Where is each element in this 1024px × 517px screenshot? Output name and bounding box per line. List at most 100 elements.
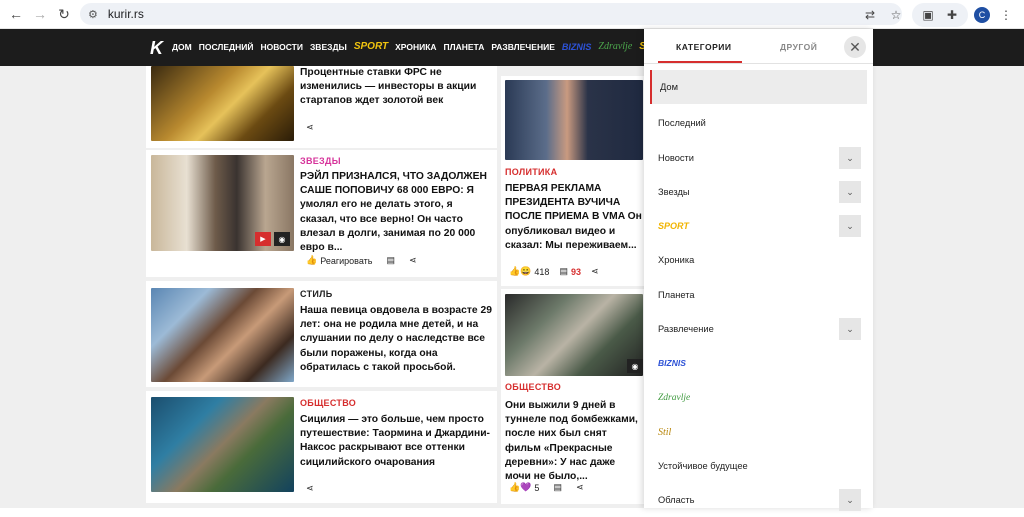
panel-item-region[interactable]: Область ⌄ — [650, 483, 867, 517]
extensions-puzzle-icon[interactable]: ✚ — [942, 5, 962, 25]
panel-item-label: Новости — [658, 153, 694, 163]
thumbs-up-icon: 👍 — [306, 255, 318, 265]
article-category[interactable]: ПОЛИТИКА — [505, 167, 557, 177]
article-category[interactable]: ОБЩЕСТВО — [505, 382, 561, 392]
more-menu-icon[interactable]: ⋮ — [996, 5, 1016, 25]
comment-icon[interactable]: ▤ — [386, 255, 395, 266]
gallery-camera-icon[interactable]: ◉ — [274, 232, 290, 246]
article-card[interactable]: ПОЛИТИКА ПЕРВАЯ РЕКЛАМА ПРЕЗИДЕНТА ВУЧИЧ… — [501, 76, 644, 286]
panel-item-entertainment[interactable]: Развлечение ⌄ — [650, 312, 867, 346]
panel-item-stil[interactable]: Stil — [650, 415, 867, 449]
nav-item-planet[interactable]: ПЛАНЕТА — [444, 42, 485, 52]
panel-item-planet[interactable]: Планета — [650, 278, 867, 312]
article-headline[interactable]: Они выжили 9 дней в туннеле под бомбежка… — [505, 399, 643, 484]
article-thumbnail[interactable] — [505, 294, 643, 376]
article-thumbnail[interactable] — [151, 155, 294, 251]
panel-item-label: Устойчивое будущее — [658, 461, 748, 471]
panel-item-label: Хроника — [658, 255, 695, 265]
article-thumbnail[interactable] — [151, 397, 294, 492]
article-headline[interactable]: Наша певица овдовела в возрасте 29 лет: … — [300, 304, 492, 375]
sport-logo: SPORT — [658, 221, 689, 231]
article-card[interactable]: ◉ ОБЩЕСТВО Они выжили 9 дней в туннеле п… — [501, 289, 644, 504]
panel-item-biznis[interactable]: BIZNIS — [650, 346, 867, 380]
panel-item-label: Планета — [658, 290, 695, 300]
chevron-down-icon[interactable]: ⌄ — [839, 147, 861, 169]
nav-item-biznis[interactable]: BIZNIS — [562, 42, 592, 52]
reactions-button[interactable]: 👍💜 5 — [509, 482, 539, 493]
chevron-down-icon[interactable]: ⌄ — [839, 181, 861, 203]
categories-panel: КАТЕГОРИИ ДРУГОЙ ✕ Дом Последний Новости… — [644, 29, 873, 511]
chevron-down-icon[interactable]: ⌄ — [839, 215, 861, 237]
share-icon[interactable]: ⋖ — [306, 122, 314, 133]
comment-icon: ▤ — [559, 266, 568, 276]
article-headline[interactable]: ПЕРВАЯ РЕКЛАМА ПРЕЗИДЕНТА ВУЧИЧА ПОСЛЕ П… — [505, 182, 643, 253]
thumbs-up-icon: 👍😀 — [509, 266, 532, 276]
browser-toolbar: ← → ↻ ⚙ kurir.rs ⇄ ☆ ▣ ✚ C ⋮ — [0, 0, 1024, 29]
chevron-down-icon[interactable]: ⌄ — [839, 318, 861, 340]
article-thumbnail[interactable] — [151, 288, 294, 382]
profile-avatar[interactable]: C — [974, 6, 990, 23]
article-headline[interactable]: РЭЙЛ ПРИЗНАЛСЯ, ЧТО ЗАДОЛЖЕН САШЕ ПОПОВИ… — [300, 170, 492, 255]
panel-item-sport[interactable]: SPORT ⌄ — [650, 209, 867, 243]
translate-icon[interactable]: ⇄ — [860, 5, 880, 25]
article-category[interactable]: ОБЩЕСТВО — [300, 398, 356, 408]
nav-item-zdravlje[interactable]: Zdravlje — [598, 41, 632, 52]
panel-item-zdravlje[interactable]: Zdravlje — [650, 381, 867, 415]
panel-item-dom[interactable]: Дом — [650, 70, 867, 104]
article-actions: 👍😀 418 ▤ 93 ⋖ — [509, 266, 599, 277]
article-card[interactable]: ▶ ◉ ЗВЕЗДЫ РЭЙЛ ПРИЗНАЛСЯ, ЧТО ЗАДОЛЖЕН … — [146, 150, 497, 277]
panel-item-label: Последний — [658, 118, 706, 128]
article-card[interactable]: ОБЩЕСТВО Сицилия — это больше, чем прост… — [146, 391, 497, 503]
gallery-camera-icon[interactable]: ◉ — [627, 359, 643, 373]
article-headline[interactable]: Процентные ставки ФРС не изменились — ин… — [300, 66, 490, 109]
nav-item-latest[interactable]: ПОСЛЕДНИЙ — [199, 42, 254, 52]
panel-item-chronicle[interactable]: Хроника — [650, 243, 867, 277]
article-card[interactable]: СТИЛЬ Наша певица овдовела в возрасте 29… — [146, 281, 497, 387]
nav-item-chronicle[interactable]: ХРОНИКА — [395, 42, 436, 52]
panel-item-label: Дом — [660, 82, 678, 92]
share-icon[interactable]: ⋖ — [576, 482, 584, 493]
comment-icon[interactable]: ▤ — [553, 482, 562, 493]
comments-button[interactable]: ▤ 93 — [559, 266, 581, 277]
panel-item-news[interactable]: Новости ⌄ — [650, 141, 867, 175]
tab-other[interactable]: ДРУГОЙ — [780, 42, 817, 52]
comments-count: 93 — [570, 266, 581, 277]
address-bar[interactable]: ⚙ kurir.rs — [80, 3, 902, 25]
reactions-button[interactable]: 👍😀 418 — [509, 266, 549, 277]
react-label: Реагировать — [320, 255, 373, 266]
panel-item-sustainable-future[interactable]: Устойчивое будущее — [650, 449, 867, 483]
nav-item-news[interactable]: НОВОСТИ — [260, 42, 303, 52]
article-thumbnail[interactable] — [151, 66, 294, 141]
article-card[interactable]: Процентные ставки ФРС не изменились — ин… — [146, 66, 497, 148]
panel-item-latest[interactable]: Последний — [650, 106, 867, 140]
share-icon[interactable]: ⋖ — [591, 266, 599, 277]
site-logo[interactable]: K — [150, 38, 168, 58]
site-settings-icon[interactable]: ⚙ — [88, 8, 98, 21]
article-category[interactable]: ЗВЕЗДЫ — [300, 156, 341, 166]
reactions-count: 5 — [534, 482, 540, 493]
active-tab-indicator — [658, 61, 742, 63]
reload-icon[interactable]: ↻ — [50, 0, 78, 28]
nav-item-stars[interactable]: ЗВЕЗДЫ — [310, 42, 347, 52]
panel-item-label: Звезды — [658, 187, 690, 197]
extension-icon[interactable]: ▣ — [918, 5, 938, 25]
close-icon[interactable]: ✕ — [844, 36, 866, 58]
article-thumbnail[interactable] — [505, 80, 643, 160]
stil-logo: Stil — [658, 426, 672, 438]
nav-item-sport[interactable]: SPORT — [354, 41, 388, 52]
nav-item-entertainment[interactable]: РАЗВЛЕЧЕНИЕ — [491, 42, 555, 52]
article-category[interactable]: СТИЛЬ — [300, 289, 333, 299]
article-actions: ⋖ — [306, 483, 314, 494]
zdravlje-logo: Zdravlje — [658, 393, 691, 403]
panel-item-stars[interactable]: Звезды ⌄ — [650, 175, 867, 209]
nav-item-dom[interactable]: ДОМ — [172, 42, 192, 52]
tab-categories[interactable]: КАТЕГОРИИ — [676, 42, 731, 52]
share-icon[interactable]: ⋖ — [409, 255, 417, 266]
bookmark-star-icon[interactable]: ☆ — [886, 5, 906, 25]
site-menu: ДОМ ПОСЛЕДНИЙ НОВОСТИ ЗВЕЗДЫ SPORT ХРОНИ… — [172, 41, 646, 52]
share-icon[interactable]: ⋖ — [306, 483, 314, 494]
biznis-logo: BIZNIS — [658, 358, 686, 368]
react-button[interactable]: 👍 Реагировать — [306, 255, 372, 266]
article-headline[interactable]: Сицилия — это больше, чем просто путешес… — [300, 413, 492, 470]
video-play-icon[interactable]: ▶ — [255, 232, 271, 246]
